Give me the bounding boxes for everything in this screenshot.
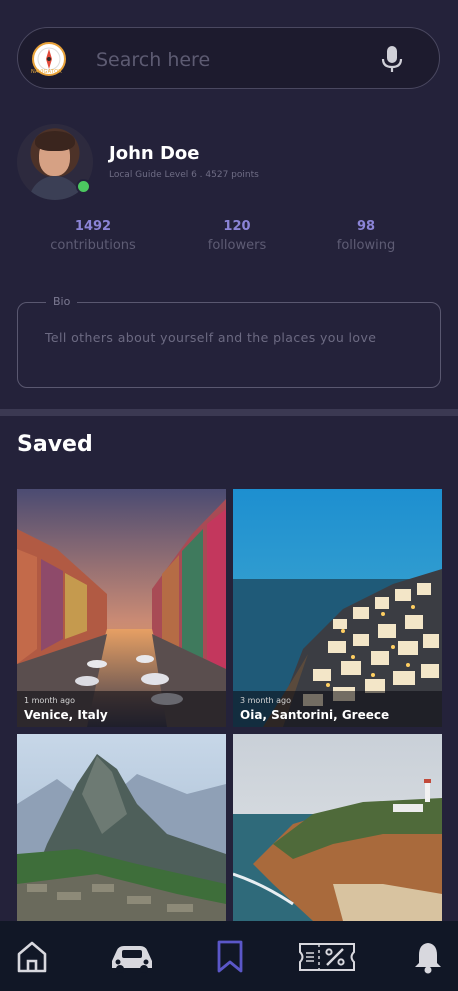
mountain-image <box>17 734 226 921</box>
bookmark-icon[interactable] <box>212 939 248 975</box>
search-input[interactable] <box>94 44 368 76</box>
car-icon[interactable] <box>108 939 156 975</box>
stat-value: 120 <box>223 219 251 234</box>
card-place: Venice, Italy <box>24 708 108 722</box>
bio-field[interactable]: Bio Tell others about yourself and the p… <box>17 295 441 388</box>
bell-icon[interactable] <box>410 939 446 975</box>
user-name: John Doe <box>109 143 200 164</box>
card-time: 3 month ago <box>240 696 292 705</box>
bio-placeholder: Tell others about yourself and the place… <box>45 330 377 345</box>
stat-value: 98 <box>356 219 376 234</box>
saved-title: Saved <box>17 432 93 457</box>
bottom-navigation <box>0 921 458 991</box>
ticket-icon[interactable] <box>297 939 357 975</box>
online-status-indicator <box>76 179 91 194</box>
stat-followers[interactable]: 120 followers <box>167 219 307 253</box>
stat-contributions[interactable]: 1492 contributions <box>23 219 163 253</box>
saved-card-coast[interactable] <box>233 734 442 921</box>
bio-label: Bio <box>46 295 78 308</box>
microphone-icon[interactable] <box>380 44 404 74</box>
saved-card-venice[interactable]: 1 month ago Venice, Italy <box>17 489 226 727</box>
stat-value: 1492 <box>74 219 112 234</box>
stat-label: contributions <box>50 238 136 253</box>
card-place: Oia, Santorini, Greece <box>240 708 390 722</box>
saved-card-santorini[interactable]: 3 month ago Oia, Santorini, Greece <box>233 489 442 727</box>
stat-label: followers <box>207 238 267 253</box>
coast-image <box>233 734 442 921</box>
card-caption: 3 month ago Oia, Santorini, Greece <box>233 691 442 727</box>
section-divider <box>0 409 458 416</box>
saved-card-mountain[interactable] <box>17 734 226 921</box>
card-caption: 1 month ago Venice, Italy <box>17 691 226 727</box>
logo-text: NAVIGATOR <box>31 69 62 75</box>
card-time: 1 month ago <box>24 696 76 705</box>
stat-following[interactable]: 98 following <box>296 219 436 253</box>
home-icon[interactable] <box>14 939 50 975</box>
user-level-info: Local Guide Level 6 . 4527 points <box>109 170 259 180</box>
stat-label: following <box>336 238 396 253</box>
search-bar[interactable]: NAVIGATOR <box>17 27 440 89</box>
